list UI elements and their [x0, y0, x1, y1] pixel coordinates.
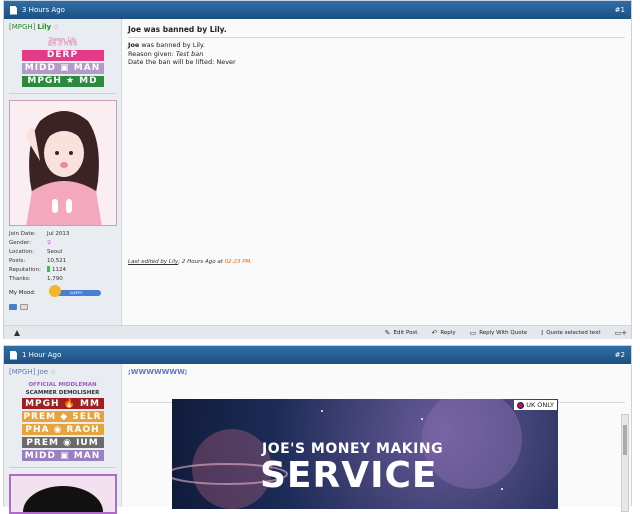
divider — [9, 92, 116, 94]
post-content: ;WWWWWWW; UK ONLY JOE'S MONEY MAKING SER… — [122, 364, 631, 512]
add-quote-icon: ▭+ — [614, 328, 627, 337]
stat-row: Location: Seoul — [9, 248, 63, 255]
stat-row: Reputation: 1124 — [9, 266, 66, 273]
stat-row: Gender: ♀ — [9, 239, 52, 246]
user-ranks: OFFICIAL MIDDLEMAN SCAMMER DEMOLISHER MP… — [9, 378, 116, 461]
rank-badge: MPGH 🔥 MM — [21, 398, 104, 409]
avatar[interactable] — [9, 99, 117, 226]
rank-badge: PREM ◉ IUM — [21, 437, 104, 448]
post-2: 1 Hour Ago #2 [MPGH] Joe ☆ OFFICIAL MIDDL… — [3, 345, 632, 514]
avatar[interactable] — [9, 474, 117, 514]
username-link[interactable]: [MPGH] Joe ☆ — [9, 368, 116, 376]
username-link[interactable]: [MPGH] Lily ☆ — [9, 23, 116, 31]
post-content: Joe was banned by Lily. Joe was banned b… — [122, 19, 631, 325]
content-scrollbar[interactable] — [621, 414, 629, 512]
rank-badge: MPGH ★ MD — [21, 75, 104, 87]
post-title: Joe was banned by Lily. — [128, 25, 625, 38]
star-icon: ☆ — [50, 368, 57, 376]
user-info-panel: [MPGH] Lily ☆ Sleepy Lily 蓝色 忍 月雪花 DERP M… — [4, 19, 122, 325]
scrollbar-thumb[interactable] — [623, 425, 627, 455]
user-title: OFFICIAL MIDDLEMAN — [28, 382, 97, 388]
document-icon — [10, 350, 17, 360]
avatar-illustration — [23, 486, 103, 512]
avatar-illustration — [10, 100, 116, 225]
user-mood: My Mood: SLEEPY — [9, 284, 116, 297]
reply-arrow-icon: ↶ — [431, 328, 438, 337]
edited-note: Last edited by Lily; 2 Hours Ago at 02:2… — [128, 259, 253, 265]
multi-quote-button[interactable]: ▭+ — [615, 329, 627, 337]
stat-row: Posts: 10,521 — [9, 257, 67, 264]
rank-badge: MIDD ▣ MAN — [21, 450, 104, 461]
star-icon: ☆ — [53, 23, 60, 31]
divider — [9, 467, 116, 468]
post-time: 1 Hour Ago — [22, 351, 62, 359]
speech-bubble-icon: ▭ — [469, 328, 477, 337]
user-subtitle: 蓝色 忍 月雪花 — [47, 42, 78, 47]
post-date: 3 Hours Ago — [10, 5, 615, 15]
post-1: 3 Hours Ago #1 [MPGH] Lily ☆ Sleepy Lily … — [3, 0, 632, 339]
user-info-panel: [MPGH] Joe ☆ OFFICIAL MIDDLEMAN SCAMMER D… — [4, 364, 122, 514]
region-badge: UK ONLY — [514, 400, 557, 410]
uk-flag-icon — [517, 401, 525, 409]
pencil-icon: ✎ — [384, 328, 391, 337]
stat-row: Thanks: 1,790 — [9, 275, 63, 282]
reply-with-quote-button[interactable]: ▭ Reply With Quote — [470, 329, 528, 337]
reply-button[interactable]: ↶ Reply — [431, 329, 455, 337]
rank-badge: PHA ◉ RAOH — [21, 424, 104, 435]
rank-badge: PREM ◆ SELR — [21, 411, 104, 422]
message-icon[interactable] — [9, 303, 17, 310]
post-footer: ✎ Edit Post ↶ Reply ▭ Reply With Quote I Quo… — [4, 325, 631, 339]
promo-banner-image: UK ONLY JOE'S MONEY MAKING SERVICE — [172, 399, 558, 509]
flag-icon[interactable] — [20, 303, 28, 310]
post-message: Joe was banned by Lily. Reason given: Te… — [128, 41, 236, 66]
report-warning-icon[interactable] — [14, 329, 20, 336]
rank-badge: DERP — [21, 49, 104, 61]
quote-selected-button[interactable]: I Quote selected text — [541, 329, 600, 337]
rank-badge: MIDD ▣ MAN — [21, 62, 104, 74]
user-stats: Join Date: Jul 2013 Gender: ♀ Location: Seo… — [9, 230, 116, 284]
contact-icons — [9, 303, 116, 310]
post-header: 1 Hour Ago #2 — [4, 346, 631, 364]
document-icon — [10, 5, 17, 15]
post-actions: ✎ Edit Post ↶ Reply ▭ Reply With Quote I Quo… — [385, 329, 627, 337]
post-date: 1 Hour Ago — [10, 350, 615, 360]
post-number-link[interactable]: #2 — [615, 351, 625, 359]
reputation-icon — [47, 266, 50, 272]
stat-row: Join Date: Jul 2013 — [9, 230, 70, 237]
post-number-link[interactable]: #1 — [615, 6, 625, 14]
post-message: ;WWWWWWW; — [128, 368, 188, 376]
female-icon: ♀ — [47, 239, 52, 246]
sleepy-face-icon — [49, 284, 61, 297]
user-ranks: Sleepy Lily 蓝色 忍 月雪花 DERP MIDD ▣ MAN MPG… — [9, 33, 116, 87]
promo-big-text: SERVICE — [260, 455, 438, 496]
post-time: 3 Hours Ago — [22, 6, 65, 14]
text-cursor-icon: I — [541, 328, 544, 337]
user-subtitle: SCAMMER DEMOLISHER — [25, 389, 100, 396]
post-header: 3 Hours Ago #1 — [4, 1, 631, 19]
edit-post-button[interactable]: ✎ Edit Post — [385, 329, 418, 337]
